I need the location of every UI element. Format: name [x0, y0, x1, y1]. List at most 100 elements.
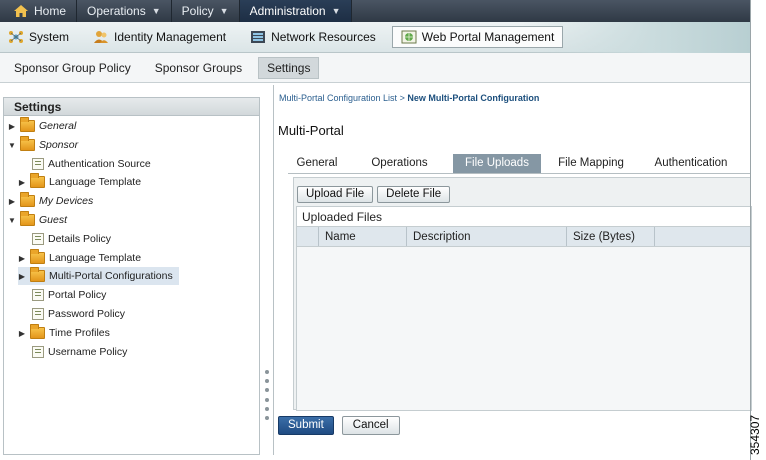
settings-panel-title: Settings — [4, 98, 259, 116]
splitter-dot — [265, 406, 269, 411]
column-name[interactable]: Name — [319, 227, 407, 246]
table-header: Name Description Size (Bytes) — [297, 227, 751, 247]
web-portal-icon — [401, 30, 417, 44]
folder-icon — [30, 249, 45, 264]
form-actions: Submit Cancel — [278, 416, 400, 435]
tree-item[interactable]: Password Policy — [28, 305, 125, 323]
expand-arrow-icon[interactable]: ▶ — [18, 272, 26, 281]
column-size[interactable]: Size (Bytes) — [567, 227, 655, 246]
panel-splitter[interactable] — [263, 370, 271, 420]
system-icon — [9, 31, 23, 43]
tab-authentication[interactable]: Authentication — [641, 154, 741, 173]
tree-item-label: Username Policy — [48, 346, 128, 358]
expand-arrow-icon[interactable]: ▶ — [18, 254, 26, 263]
tab-operations[interactable]: Operations — [346, 154, 453, 173]
splitter-dot — [265, 388, 269, 393]
collapse-arrow-icon[interactable]: ▼ — [8, 216, 16, 225]
nav-operations[interactable]: Operations ▼ — [77, 0, 172, 22]
tree-item[interactable]: ▶ Language Template — [18, 249, 141, 267]
breadcrumb: Multi-Portal Configuration List > New Mu… — [279, 93, 539, 103]
frame-border — [750, 0, 751, 460]
tree-item[interactable]: ▶ Time Profiles — [18, 324, 110, 342]
cancel-button[interactable]: Cancel — [341, 416, 400, 435]
tree-item-label: Details Policy — [48, 233, 112, 245]
folder-icon — [30, 173, 45, 188]
tree-item-label: Time Profiles — [49, 327, 110, 339]
tree-item[interactable]: ▼ Guest — [8, 211, 67, 229]
chevron-down-icon: ▼ — [219, 6, 229, 16]
file-uploads-panel: Upload File Delete File Uploaded Files N… — [293, 177, 752, 411]
tree-item[interactable]: ▶ My Devices — [8, 192, 93, 210]
tree-item[interactable]: Portal Policy — [28, 286, 106, 304]
nav-policy[interactable]: Policy ▼ — [172, 0, 240, 22]
document-icon — [32, 158, 44, 170]
tree-item-label: Password Policy — [48, 308, 126, 320]
nav-home[interactable]: Home — [0, 0, 78, 22]
select-all-column[interactable] — [297, 227, 319, 246]
tree-item[interactable]: Authentication Source — [28, 155, 151, 173]
config-tabs: General Operations File Uploads File Map… — [288, 154, 751, 174]
expand-arrow-icon[interactable]: ▶ — [18, 329, 26, 338]
breadcrumb-link[interactable]: Multi-Portal Configuration List — [279, 93, 397, 103]
collapse-arrow-icon[interactable]: ▼ — [8, 141, 16, 150]
delete-file-button[interactable]: Delete File — [377, 186, 451, 203]
document-icon — [32, 289, 44, 301]
column-description[interactable]: Description — [407, 227, 567, 246]
tree-item-label: Authentication Source — [48, 158, 151, 170]
expand-arrow-icon[interactable]: ▶ — [18, 178, 26, 187]
upload-file-button[interactable]: Upload File — [297, 186, 374, 203]
tab-sponsor-group-policy[interactable]: Sponsor Group Policy — [6, 58, 139, 78]
folder-icon — [20, 211, 35, 226]
users-icon — [94, 31, 109, 43]
top-navigation: Home Operations ▼ Policy ▼ Administratio… — [0, 0, 750, 22]
nav-operations-label: Operations — [87, 4, 146, 18]
chevron-down-icon: ▼ — [331, 6, 341, 16]
subnav-web-portal-management[interactable]: Web Portal Management — [391, 26, 564, 48]
tree-item[interactable]: ▼ Sponsor — [8, 136, 78, 154]
expand-arrow-icon[interactable]: ▶ — [8, 197, 16, 206]
folder-icon — [20, 117, 35, 132]
column-filler — [655, 227, 751, 246]
tab-general[interactable]: General — [288, 154, 346, 173]
splitter-dot — [265, 397, 269, 402]
tab-file-mapping[interactable]: File Mapping — [541, 154, 641, 173]
nav-policy-label: Policy — [181, 4, 214, 18]
figure-id: 354307 — [748, 414, 762, 455]
folder-icon — [30, 267, 45, 282]
chevron-down-icon: ▼ — [151, 6, 161, 16]
document-icon — [32, 308, 44, 320]
tab-settings[interactable]: Settings — [258, 56, 320, 79]
tree-item-label: Language Template — [49, 176, 142, 188]
home-icon — [14, 5, 28, 17]
subnav-web-portal-label: Web Portal Management — [421, 30, 555, 44]
breadcrumb-separator: > — [399, 93, 405, 103]
subnav-network-resources[interactable]: Network Resources — [242, 26, 384, 48]
subnav-identity-management[interactable]: Identity Management — [85, 26, 234, 48]
expand-arrow-icon[interactable]: ▶ — [8, 122, 16, 131]
tree-item-label: Guest — [39, 214, 68, 226]
tree-item[interactable]: ▶ General — [8, 117, 76, 135]
tree-item-label: Sponsor — [39, 139, 79, 151]
submit-button[interactable]: Submit — [278, 416, 334, 435]
document-icon — [32, 233, 44, 245]
nav-home-label: Home — [34, 4, 67, 18]
subnav-identity-label: Identity Management — [114, 30, 227, 44]
subnav-system[interactable]: System — [0, 26, 77, 48]
subnav-network-label: Network Resources — [271, 30, 376, 44]
tree-item[interactable]: Details Policy — [28, 230, 111, 248]
splitter-dot — [265, 370, 269, 374]
file-actions: Upload File Delete File — [297, 186, 451, 203]
tab-file-uploads[interactable]: File Uploads — [453, 154, 541, 173]
subnav-system-label: System — [29, 30, 70, 44]
tree-item[interactable]: Username Policy — [28, 343, 127, 361]
tree-item-label: Language Template — [49, 252, 142, 264]
nav-administration[interactable]: Administration ▼ — [239, 0, 352, 22]
document-icon — [32, 346, 44, 358]
uploaded-files-title: Uploaded Files — [297, 207, 751, 227]
tree-item[interactable]: ▶ Multi-Portal Configurations — [18, 267, 179, 285]
folder-icon — [20, 136, 35, 151]
tab-sponsor-groups[interactable]: Sponsor Groups — [147, 58, 250, 78]
tree-item[interactable]: ▶ Language Template — [18, 173, 141, 191]
tree-item-label: General — [39, 120, 77, 132]
uploaded-files-table: Uploaded Files Name Description Size (By… — [296, 206, 752, 411]
